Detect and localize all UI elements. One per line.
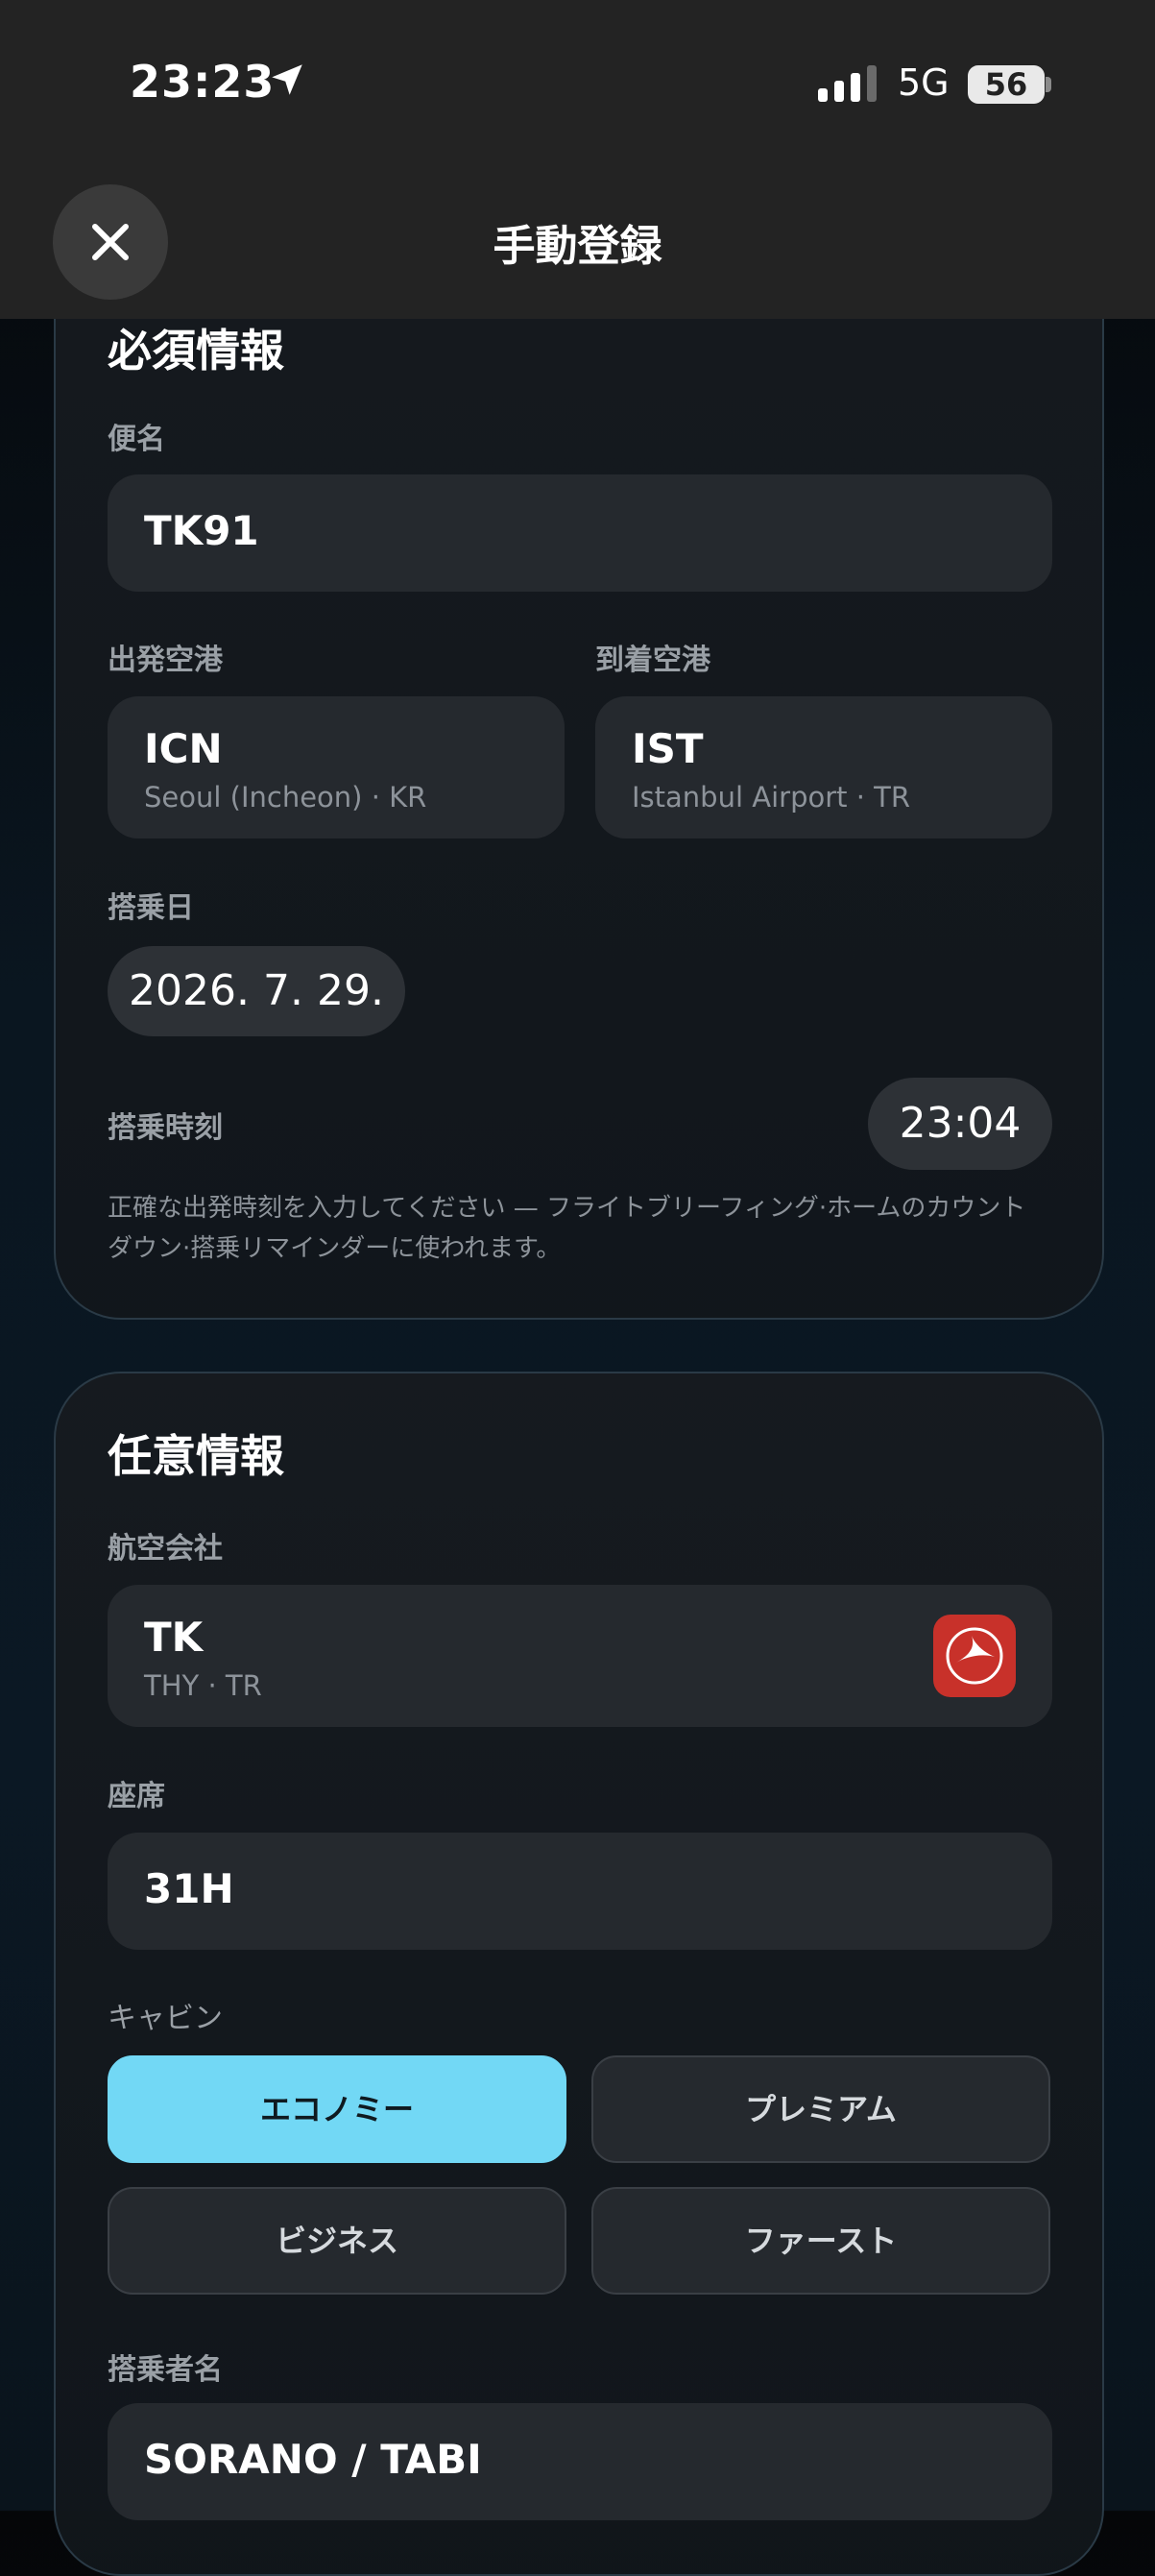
passenger-name-value: SORANO / TABI <box>144 2436 482 2483</box>
departure-airport-field[interactable]: ICN Seoul (Incheon) · KR <box>108 696 565 838</box>
airline-code: TK <box>144 1614 204 1661</box>
airline-logo-icon <box>933 1615 1016 1697</box>
cabin-option-business[interactable]: ビジネス <box>108 2187 566 2295</box>
airline-detail: THY · TR <box>144 1669 262 1702</box>
cabin-option-economy[interactable]: エコノミー <box>108 2055 566 2163</box>
note-line-2: ダウン·搭乗リマインダーに使われます。 <box>108 1234 562 1263</box>
arrival-airport-field[interactable]: IST Istanbul Airport · TR <box>595 696 1052 838</box>
top-bar: 23:23 5G 56 手動登録 <box>0 0 1155 319</box>
boarding-date-label: 搭乗日 <box>108 891 194 925</box>
departure-airport-label: 出発空港 <box>108 644 223 677</box>
location-arrow-icon <box>272 64 302 95</box>
arrival-airport-label: 到着空港 <box>595 644 710 677</box>
arrival-airport-name: Istanbul Airport · TR <box>632 781 911 814</box>
cellular-signal-icon <box>818 65 877 102</box>
seat-value: 31H <box>144 1865 234 1912</box>
boarding-date-picker[interactable]: 2026. 7. 29. <box>108 946 405 1036</box>
seat-label: 座席 <box>108 1780 165 1813</box>
required-section-title: 必須情報 <box>108 325 284 377</box>
note-line-1: 正確な出発時刻を入力してください — フライトブリーフィング·ホームのカウント <box>108 1194 1026 1223</box>
seat-field[interactable]: 31H <box>108 1833 1052 1950</box>
battery-tip <box>1046 77 1051 92</box>
status-time: 23:23 <box>130 56 276 108</box>
flight-number-label: 便名 <box>108 423 165 456</box>
flight-number-value: TK91 <box>144 507 259 554</box>
optional-section-title: 任意情報 <box>108 1430 284 1482</box>
departure-airport-code: ICN <box>144 725 223 772</box>
airline-field[interactable]: TK THY · TR <box>108 1585 1052 1727</box>
battery-indicator: 56 <box>968 65 1045 104</box>
departure-time-note: 正確な出発時刻を入力してください — フライトブリーフィング·ホームのカウント … <box>108 1188 1058 1269</box>
required-info-card: 必須情報 便名 TK91 出発空港 到着空港 ICN Seoul (Incheo… <box>54 245 1104 1320</box>
passenger-name-field[interactable]: SORANO / TABI <box>108 2403 1052 2520</box>
flight-number-field[interactable]: TK91 <box>108 474 1052 592</box>
cabin-option-premium[interactable]: プレミアム <box>591 2055 1050 2163</box>
boarding-time-label: 搭乗時刻 <box>108 1111 223 1145</box>
boarding-time-picker[interactable]: 23:04 <box>868 1078 1052 1170</box>
arrival-airport-code: IST <box>632 725 704 772</box>
network-type: 5G <box>898 61 950 104</box>
optional-info-card: 任意情報 航空会社 TK THY · TR 座席 31H キャビン エコノミー … <box>54 1372 1104 2576</box>
airline-label: 航空会社 <box>108 1532 223 1566</box>
cabin-label: キャビン <box>108 2002 223 2035</box>
cabin-option-first[interactable]: ファースト <box>591 2187 1050 2295</box>
departure-airport-name: Seoul (Incheon) · KR <box>144 781 427 814</box>
page-title: 手動登録 <box>493 222 662 271</box>
passenger-name-label: 搭乗者名 <box>108 2353 223 2387</box>
